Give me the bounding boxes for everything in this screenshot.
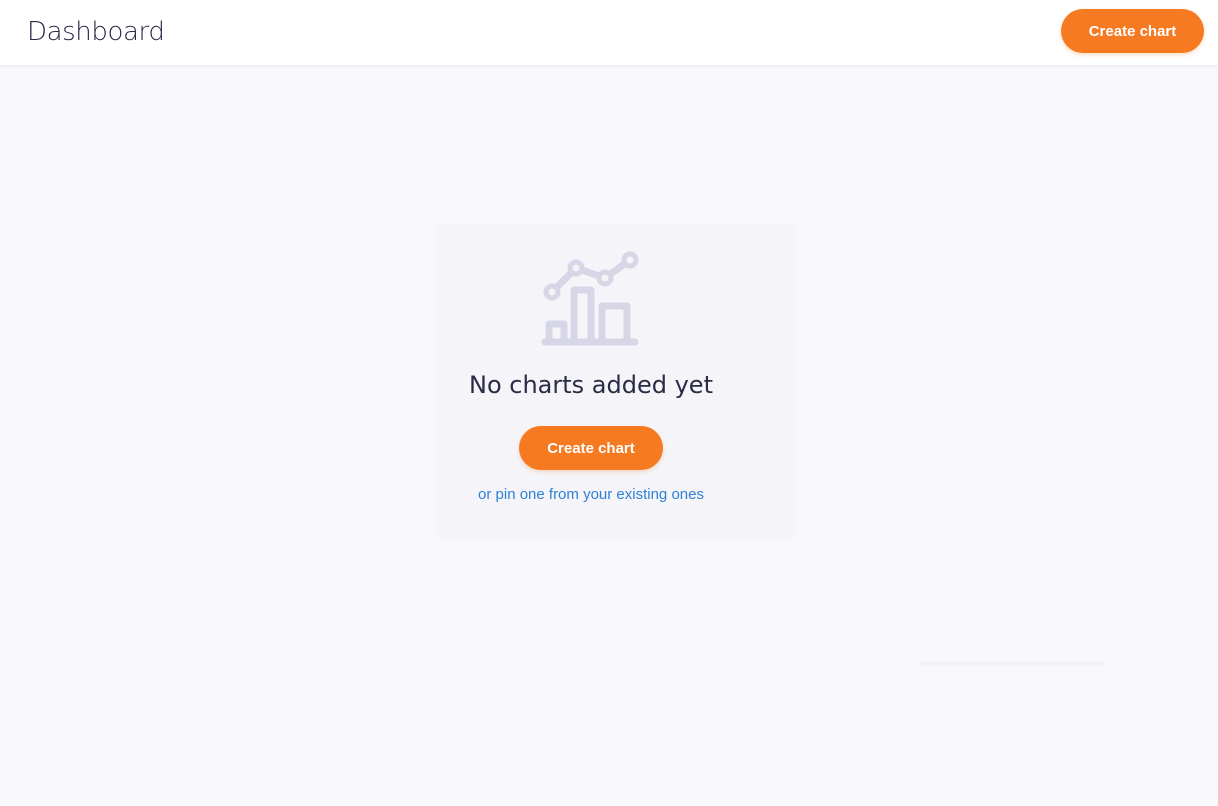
empty-state-create-chart-button[interactable]: Create chart <box>519 426 663 470</box>
top-bar: Dashboard Create chart <box>0 0 1218 66</box>
chart-icon <box>541 251 639 346</box>
decorative-divider <box>918 661 1106 666</box>
pin-existing-chart-link[interactable]: or pin one from your existing ones <box>436 485 746 505</box>
create-chart-button[interactable]: Create chart <box>1061 9 1204 53</box>
empty-state-title: No charts added yet <box>469 371 713 399</box>
page-title: Dashboard <box>27 17 165 47</box>
